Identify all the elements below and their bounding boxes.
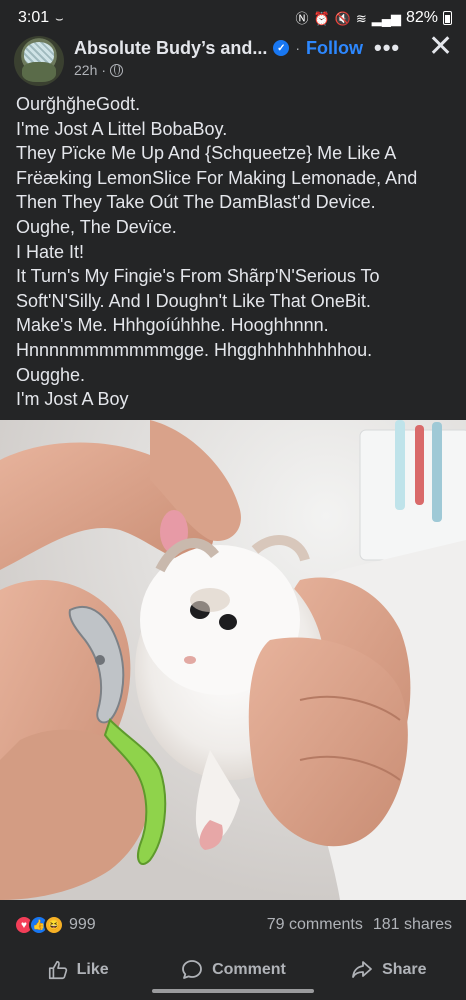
post-text-line: Make's Me. Hhhgoíúhhhe. Hooghhnnn. [16,315,329,336]
follow-button[interactable]: Follow [306,38,363,59]
status-right: Ⓝ ⏰ 🔇 ≋ ▂▄▆ 82% [295,9,452,27]
meta-separator: · [101,62,107,78]
comments-count[interactable]: 79 comments [267,916,363,934]
comment-label: Comment [212,961,286,978]
hamster-nose [184,656,196,664]
comment-button[interactable]: Comment [155,958,310,982]
post-text-line: I'm Jost A Boy [16,389,129,410]
name-row: Absolute Budy’s and... ✓ · Follow [74,36,363,60]
wifi-icon: ≋ [355,10,367,26]
avatar[interactable] [14,36,64,86]
status-bar: 3:01 ⌣ Ⓝ ⏰ 🔇 ≋ ▂▄▆ 82% [0,0,466,36]
pen-holder [359,429,466,561]
post-photo[interactable] [0,420,466,900]
share-arrow-icon [352,961,372,978]
post-text-line: Ougghe. [16,364,86,385]
shares-count[interactable]: 181 shares [373,916,452,934]
thumbs-up-icon [48,960,67,980]
post-text-line: I'me Jost A Littel BobaBoy. [16,118,228,139]
alarm-icon: ⏰ [313,10,330,26]
hamster-eye [219,614,237,630]
nfc-icon: Ⓝ [295,10,309,26]
post-text-line: Oughe, The Devïce. [16,216,177,237]
reaction-count[interactable]: 999 [69,916,96,934]
tilde-icon: ⌣ [55,10,64,26]
mute-icon: 🔇 [334,10,351,26]
post-text-line: OurğhğheGodt. [16,94,141,114]
clipper-pivot [95,655,105,665]
battery-percent: 82% [405,9,438,26]
post-text: OurğhğheGodt. I'me Jost A Littel BobaBoy… [16,92,456,412]
like-button[interactable]: Like [0,959,155,981]
close-button[interactable]: ✕ [428,32,453,62]
haha-reaction-icon: 😆 [44,915,64,935]
pen-shape [432,422,442,522]
post-text-line: It Turn's My Fingie's From Shãrp'N'Serio… [16,266,380,287]
post-actions: Like Comment Share [0,950,466,990]
post-text-line: They Pïcke Me Up And {Schqueetze} Me Lik… [16,143,397,164]
signal-icon: ▂▄▆ [371,10,401,26]
post-meta: 22h · [74,60,124,80]
battery-icon [443,11,452,25]
verified-badge-icon: ✓ [273,40,290,56]
share-button[interactable]: Share [311,958,466,982]
name-separator: · [295,40,301,56]
reactions-summary[interactable]: ♥ 👍 😆 999 79 comments 181 shares [0,912,466,938]
engagement-counts: 79 comments 181 shares [267,916,452,934]
post-header: Absolute Budy’s and... ✓ · Follow 22h · … [0,32,466,86]
page-name[interactable]: Absolute Budy’s and... [74,38,267,59]
reaction-icons: ♥ 👍 😆 [14,915,64,935]
post-text-line: I Hate It! [16,241,85,262]
pen-shape [395,420,405,510]
avatar-face-shape [22,62,56,82]
post-text-line: Then They Take Oút The DamBlast'd Device… [16,192,376,213]
post-text-line: Hnnnnmmmmmmmgge. Hhgghhhhhhhhhou. [16,339,373,360]
more-options-button[interactable]: ••• [374,37,400,59]
pen-shape [415,425,424,505]
home-indicator[interactable] [152,989,314,993]
share-label: Share [382,961,427,978]
hamster-marking [190,588,230,612]
status-left: 3:01 ⌣ [18,9,64,27]
post-time[interactable]: 22h [74,62,97,78]
globe-icon [110,63,124,77]
hamster-photo-illustration [0,420,466,900]
post-text-line: Soft'N'Silly. And I Doughn't Like That O… [16,290,371,311]
clock: 3:01 [18,9,50,26]
post-text-line: Frëæking LemonSlice For Making Lemonade,… [16,167,418,188]
like-label: Like [76,961,109,978]
comment-bubble-icon [182,960,202,979]
